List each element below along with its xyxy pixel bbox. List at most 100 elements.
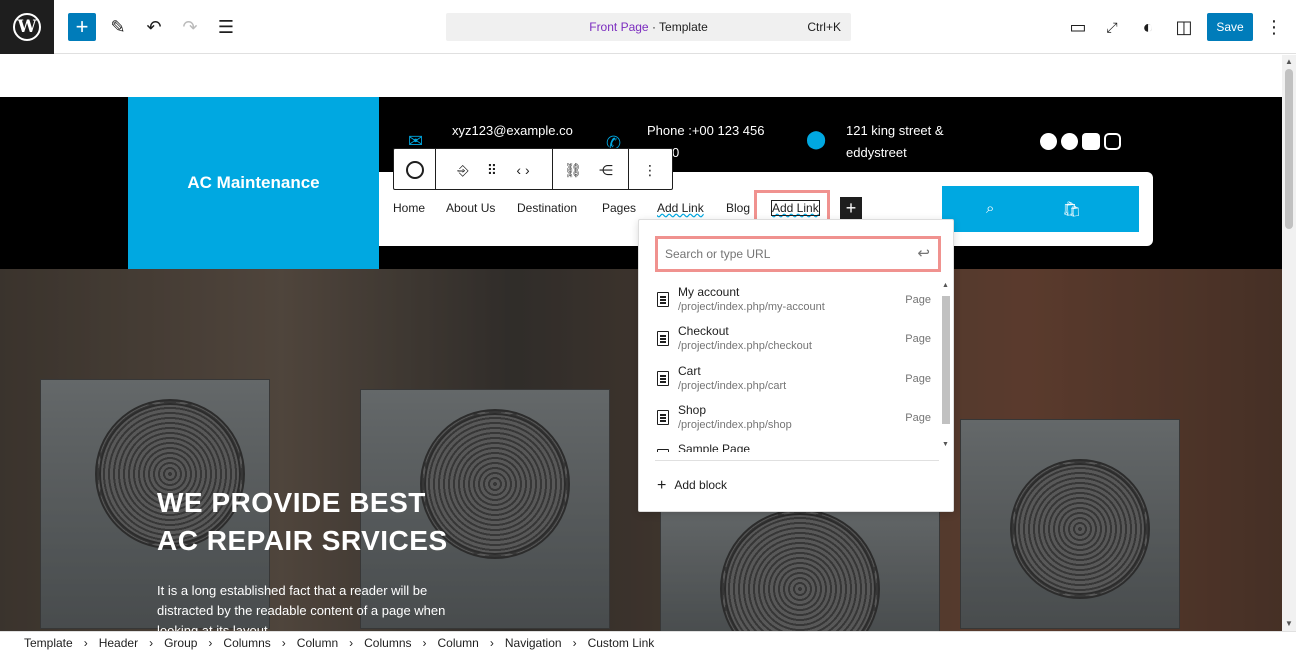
styles-button[interactable]: ◐: [1134, 13, 1162, 41]
desktop-icon: ▭: [1069, 16, 1087, 37]
link-button[interactable]: ⛓: [562, 159, 584, 181]
scrollbar-thumb[interactable]: [1285, 69, 1293, 229]
drag-handle[interactable]: ⠿: [481, 159, 503, 181]
settings-sidebar-button[interactable]: ◫: [1170, 13, 1198, 41]
redo-button[interactable]: ↷: [176, 13, 204, 41]
scroll-up-arrow-icon[interactable]: ▲: [1285, 57, 1293, 66]
move-button[interactable]: ‹ ›: [512, 159, 534, 181]
page-icon: [657, 410, 669, 425]
drag-handle-icon: ⠿: [486, 161, 498, 178]
nav-item-add-link[interactable]: Add Link: [657, 201, 704, 215]
nav-add-item-button[interactable]: +: [840, 197, 862, 219]
nav-item-home[interactable]: Home: [393, 201, 425, 215]
page-icon: [657, 331, 669, 346]
breadcrumb-item[interactable]: Columns: [223, 636, 270, 650]
chevron-right-icon: ›: [422, 635, 427, 650]
chevron-right-icon: ›: [83, 635, 88, 650]
page-icon: [657, 371, 669, 386]
wordpress-logo-button[interactable]: W: [0, 0, 54, 54]
link-control-popover: ↩ My account /project/index.php/my-accou…: [638, 219, 954, 512]
more-vertical-icon: ⋮: [1265, 16, 1283, 37]
chevron-right-icon: ›: [572, 635, 577, 650]
instagram-icon[interactable]: [1104, 133, 1121, 150]
parent-block-button[interactable]: [404, 159, 426, 181]
contact-address-line1[interactable]: 121 king street &: [846, 120, 944, 142]
pencil-icon: ✎: [110, 16, 126, 37]
canvas-scrollbar[interactable]: ▲ ▼: [1282, 55, 1296, 631]
breadcrumb-item[interactable]: Columns: [364, 636, 411, 650]
suggestion-item[interactable]: My account /project/index.php/my-account…: [655, 282, 937, 322]
document-title: Front Page · Template: [589, 20, 708, 34]
options-button[interactable]: ⋮: [1260, 13, 1288, 41]
selected-custom-link[interactable]: Add Link: [754, 190, 830, 222]
breadcrumb-item[interactable]: Navigation: [505, 636, 562, 650]
command-shortcut: Ctrl+K: [807, 20, 841, 34]
map-pin-icon: ⬤: [806, 129, 827, 149]
navigation-compass-icon: [406, 161, 424, 179]
selected-link-label[interactable]: Add Link: [771, 200, 820, 216]
page-icon: [657, 292, 669, 307]
block-options-button[interactable]: ⋮: [639, 159, 661, 181]
twitter-icon[interactable]: [1061, 133, 1078, 150]
youtube-icon[interactable]: [1082, 133, 1100, 150]
chevron-right-icon: ›: [281, 635, 286, 650]
nav-item-blog[interactable]: Blog: [726, 201, 750, 215]
breadcrumb-item[interactable]: Custom Link: [588, 636, 655, 650]
hero-heading[interactable]: WE PROVIDE BEST AC REPAIR SRVICES: [157, 484, 448, 560]
preview-button[interactable]: ▭: [1064, 13, 1092, 41]
breadcrumb-item[interactable]: Column: [438, 636, 479, 650]
breadcrumb-item[interactable]: Column: [297, 636, 338, 650]
plus-icon: +: [657, 477, 667, 494]
external-icon: ⤢: [1106, 18, 1118, 35]
add-block-button[interactable]: + Add block: [657, 477, 727, 495]
command-palette-bar[interactable]: Front Page · Template Ctrl+K: [446, 13, 851, 41]
view-site-button[interactable]: ⤢: [1098, 13, 1126, 41]
contrast-icon: ◐: [1142, 16, 1154, 37]
chevron-right-icon: ›: [489, 635, 494, 650]
popover-divider: [655, 460, 939, 461]
chevron-right-icon: ›: [149, 635, 154, 650]
link-search-input[interactable]: [662, 243, 902, 265]
contact-address-line2[interactable]: eddystreet: [846, 142, 907, 164]
contact-phone-line2[interactable]: 0: [672, 142, 679, 164]
editor-topbar: W + ✎ ↶ ↷ ☰ Front Page · Template Ctrl+K…: [0, 0, 1296, 54]
tools-button[interactable]: ✎: [104, 13, 132, 41]
breadcrumb-item[interactable]: Group: [164, 636, 197, 650]
toolbar-separator: [552, 149, 553, 189]
nav-item-about-us[interactable]: About Us: [446, 201, 495, 215]
block-toolbar: ⎆ ⠿ ‹ › ⛓ ⋲ ⋮: [393, 148, 673, 190]
suggestion-item[interactable]: Sample Page: [655, 439, 937, 452]
link-search-box[interactable]: ↩: [655, 236, 941, 272]
contact-phone-line1[interactable]: Phone :+00 123 456: [647, 120, 764, 142]
redo-icon: ↷: [182, 16, 198, 37]
scroll-up-arrow-icon[interactable]: ▲: [942, 282, 949, 289]
scroll-down-arrow-icon[interactable]: ▼: [942, 441, 949, 448]
undo-button[interactable]: ↶: [140, 13, 168, 41]
social-icons: [1040, 133, 1121, 150]
nav-item-pages[interactable]: Pages: [602, 201, 636, 215]
contact-email[interactable]: xyz123@example.co: [452, 120, 573, 142]
suggestions-scrollbar[interactable]: ▲ ▼: [941, 282, 951, 452]
suggestion-item[interactable]: Shop /project/index.php/shop Page: [655, 400, 937, 440]
block-type-button[interactable]: ⎆: [452, 159, 474, 181]
chevron-right-icon: ›: [208, 635, 213, 650]
nav-item-destination[interactable]: Destination: [517, 201, 577, 215]
suggestion-item[interactable]: Cart /project/index.php/cart Page: [655, 361, 937, 401]
scroll-down-arrow-icon[interactable]: ▼: [1285, 619, 1293, 628]
hero-paragraph[interactable]: It is a long established fact that a rea…: [157, 581, 457, 631]
breadcrumb-item[interactable]: Template: [24, 636, 73, 650]
facebook-icon[interactable]: [1040, 133, 1057, 150]
site-title[interactable]: AC Maintenance: [128, 97, 379, 269]
save-button[interactable]: Save: [1207, 13, 1253, 41]
submit-enter-icon[interactable]: ↩: [917, 244, 930, 262]
cart-icon[interactable]: 🛍: [1062, 200, 1081, 218]
toolbar-separator: [628, 149, 629, 189]
search-icon[interactable]: ⌕: [986, 200, 994, 217]
block-inserter-button[interactable]: +: [68, 13, 96, 41]
add-submenu-button[interactable]: ⋲: [595, 159, 617, 181]
suggestion-item[interactable]: Checkout /project/index.php/checkout Pag…: [655, 321, 937, 361]
breadcrumb-item[interactable]: Header: [99, 636, 138, 650]
scrollbar-thumb[interactable]: [942, 296, 950, 424]
document-overview-button[interactable]: ☰: [212, 13, 240, 41]
plus-icon: +: [845, 197, 857, 218]
